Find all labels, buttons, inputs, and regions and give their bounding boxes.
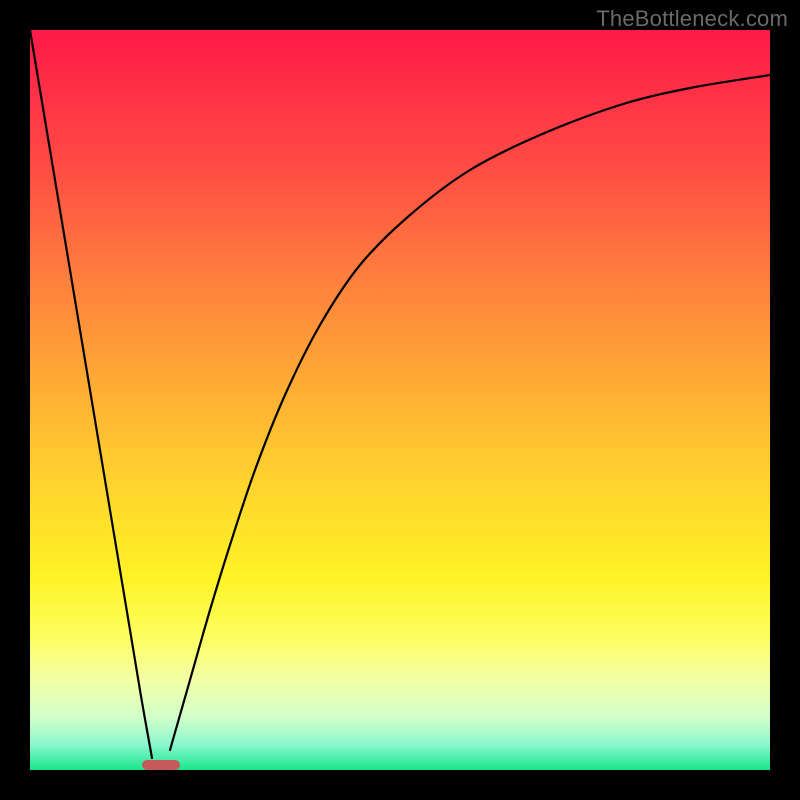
- gradient-plot-area: [30, 30, 770, 770]
- series-right-branch: [170, 75, 770, 750]
- watermark-text: TheBottleneck.com: [596, 6, 788, 32]
- bottleneck-curve: [30, 30, 770, 770]
- optimal-range-marker: [142, 760, 180, 770]
- chart-frame: TheBottleneck.com: [0, 0, 800, 800]
- series-left-branch: [30, 30, 152, 758]
